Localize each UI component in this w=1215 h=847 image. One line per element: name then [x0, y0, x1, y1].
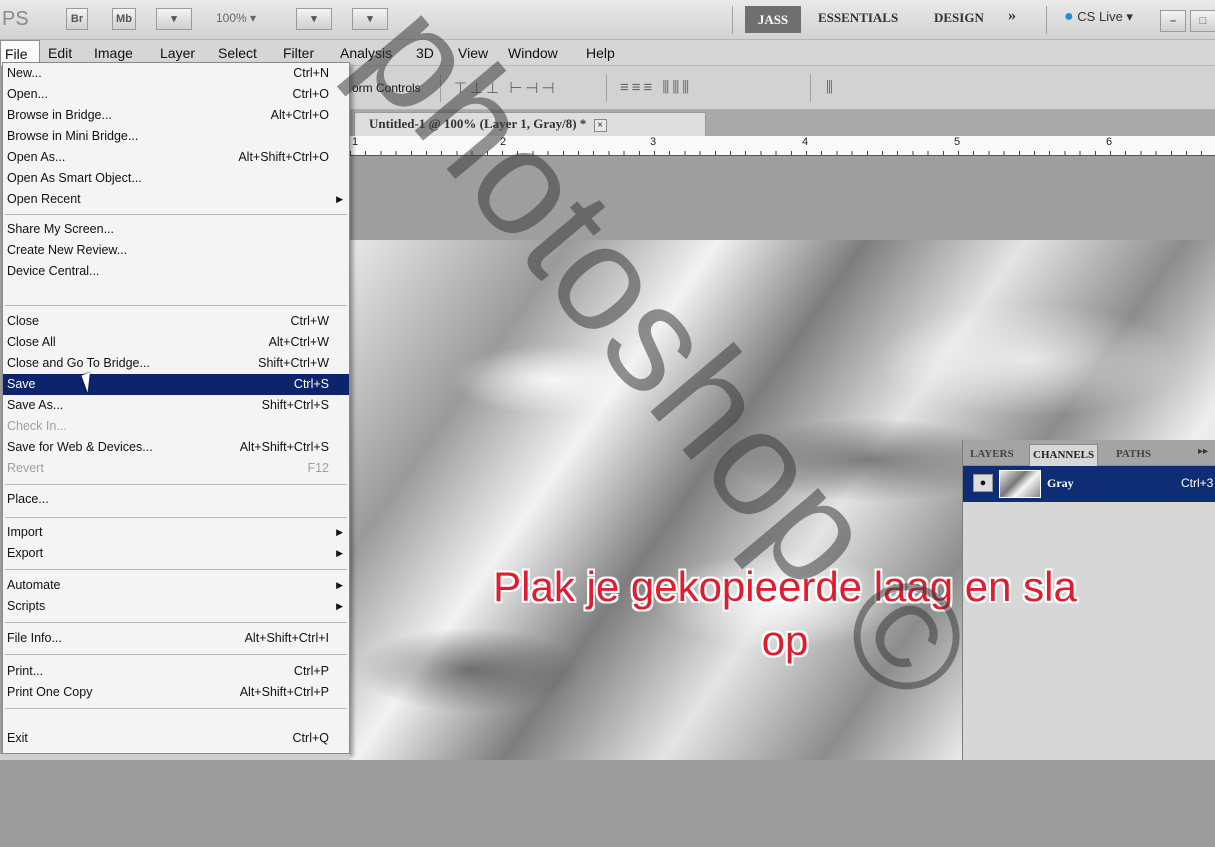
divider — [732, 6, 733, 34]
document-tab[interactable]: Untitled-1 @ 100% (Layer 1, Gray/8) * × — [354, 112, 706, 136]
menu-separator — [5, 484, 347, 485]
panel-tabs: LAYERS CHANNELS PATHS ▸▸ — [963, 440, 1215, 466]
menu-item-save-as[interactable]: Save As... Shift+Ctrl+S — [3, 395, 349, 416]
ruler-tick-label: 1 — [352, 136, 359, 148]
menu-separator — [5, 517, 347, 518]
menu-item-open[interactable]: Open... Ctrl+O — [3, 84, 349, 105]
tab-channels[interactable]: CHANNELS — [1029, 444, 1099, 466]
workspace-essentials-button[interactable]: ESSENTIALS — [818, 10, 898, 26]
divider — [440, 74, 441, 102]
ruler-tick-label: 2 — [500, 136, 507, 148]
menu-view[interactable]: View — [458, 40, 488, 66]
menu-item-scripts[interactable]: Scripts ▶ — [3, 596, 349, 617]
menu-item-export[interactable]: Export ▶ — [3, 543, 349, 564]
horizontal-ruler: 1 2 3 4 5 6 — [350, 136, 1215, 156]
restore-button[interactable]: □ — [1190, 10, 1215, 32]
menu-window[interactable]: Window — [508, 40, 558, 66]
menu-separator — [5, 214, 347, 215]
menu-item-close-all[interactable]: Close All Alt+Ctrl+W — [3, 332, 349, 353]
canvas-pasteboard — [350, 156, 1215, 240]
document-tab-title: Untitled-1 @ 100% (Layer 1, Gray/8) * — [369, 116, 587, 131]
submenu-arrow-icon: ▶ — [336, 580, 343, 590]
menu-item-close-and-go-to-bridge[interactable]: Close and Go To Bridge... Shift+Ctrl+W — [3, 353, 349, 374]
zoom-level-select[interactable]: 100% ▾ — [216, 11, 256, 25]
menu-separator — [5, 305, 347, 306]
photoshop-logo: PS — [2, 8, 29, 30]
channel-row-gray[interactable]: ● Gray Ctrl+3 — [963, 466, 1215, 502]
cs-live-icon: ● — [1064, 8, 1074, 25]
visibility-eye-icon[interactable]: ● — [973, 474, 993, 492]
menu-3d[interactable]: 3D — [416, 40, 434, 66]
cs-live-label: CS Live ▾ — [1077, 9, 1133, 24]
menu-item-save-for-web[interactable]: Save for Web & Devices... Alt+Shift+Ctrl+… — [3, 437, 349, 458]
bridge-button[interactable]: Br — [66, 8, 88, 30]
divider — [1046, 6, 1047, 34]
more-workspaces-button[interactable]: » — [1008, 7, 1016, 25]
application-bar: PS Br Mb ▾ 100% ▾ ▾ ▾ JASS ESSENTIALS DE… — [0, 0, 1215, 40]
submenu-arrow-icon: ▶ — [336, 527, 343, 537]
auto-align-icon[interactable]: ⫼ — [826, 79, 836, 96]
channel-name: Gray — [1047, 476, 1074, 490]
options-bar: orm Controls ⊤⊥⊥ ⊢⊣⊣ ≡≡≡ ⫼⫼⫼ ⫼ — [350, 66, 1215, 110]
channel-thumbnail — [999, 470, 1041, 498]
menu-separator — [5, 708, 347, 709]
divider — [810, 74, 811, 102]
submenu-arrow-icon: ▶ — [336, 194, 343, 204]
caption-line-1: Plak je gekopieerde laag en sla — [493, 563, 1077, 610]
menu-item-new[interactable]: New... Ctrl+N — [3, 63, 349, 84]
channel-shortcut: Ctrl+3 — [1181, 476, 1214, 490]
cs-live-button[interactable]: ● CS Live ▾ — [1064, 8, 1133, 26]
menu-item-device-central[interactable]: Device Central... — [3, 261, 349, 282]
minimize-button[interactable]: – — [1160, 10, 1186, 32]
tutorial-caption: Plak je gekopieerde laag en sla op — [420, 560, 1150, 668]
ruler-tick-label: 4 — [802, 136, 809, 148]
screen-mode-button[interactable]: ▾ — [352, 8, 388, 30]
menu-item-close[interactable]: Close Ctrl+W — [3, 311, 349, 332]
menu-item-print[interactable]: Print... Ctrl+P — [3, 661, 349, 682]
menu-item-check-in: Check In... — [7, 419, 67, 433]
menu-item-automate[interactable]: Automate ▶ — [3, 575, 349, 596]
menu-item-open-recent[interactable]: Open Recent ▶ — [3, 189, 349, 210]
ruler-tick-label: 3 — [650, 136, 657, 148]
ruler-tick-label: 6 — [1106, 136, 1113, 148]
ruler-tick-label: 5 — [954, 136, 961, 148]
menu-item-revert: Revert F12 — [7, 461, 329, 475]
document-tab-bar: Untitled-1 @ 100% (Layer 1, Gray/8) * × — [350, 110, 1215, 136]
submenu-arrow-icon: ▶ — [336, 548, 343, 558]
workspace-design-button[interactable]: DESIGN — [934, 10, 984, 26]
transform-controls-label[interactable]: orm Controls — [352, 81, 421, 95]
menu-item-import[interactable]: Import ▶ — [3, 522, 349, 543]
menu-item-save[interactable]: Save Ctrl+S — [3, 374, 349, 395]
panel-menu-icon[interactable]: ▸▸ — [1198, 446, 1208, 457]
menu-item-browse-in-bridge[interactable]: Browse in Bridge... Alt+Ctrl+O — [3, 105, 349, 126]
menu-item-print-one-copy[interactable]: Print One Copy Alt+Shift+Ctrl+P — [3, 682, 349, 703]
menu-separator — [5, 569, 347, 570]
status-strip — [0, 754, 350, 760]
menu-separator — [5, 654, 347, 655]
view-extras-button[interactable]: ▾ — [156, 8, 192, 30]
menu-item-create-new-review[interactable]: Create New Review... — [3, 240, 349, 261]
submenu-arrow-icon: ▶ — [336, 601, 343, 611]
file-menu-dropdown: New... Ctrl+N Open... Ctrl+O Browse in Bri… — [2, 62, 350, 754]
menu-item-file-info[interactable]: File Info... Alt+Shift+Ctrl+I — [3, 628, 349, 649]
menu-item-open-as[interactable]: Open As... Alt+Shift+Ctrl+O — [3, 147, 349, 168]
close-icon[interactable]: × — [593, 119, 607, 132]
caption-line-2: op — [761, 617, 809, 664]
divider — [606, 74, 607, 102]
distribute-icons[interactable]: ≡≡≡ ⫼⫼⫼ — [620, 79, 692, 96]
tab-layers[interactable]: LAYERS — [967, 444, 1017, 466]
menu-help[interactable]: Help — [586, 40, 615, 66]
menu-item-browse-in-mini-bridge[interactable]: Browse in Mini Bridge... — [3, 126, 349, 147]
arrange-documents-button[interactable]: ▾ — [296, 8, 332, 30]
menu-item-share-my-screen[interactable]: Share My Screen... — [3, 219, 349, 240]
workspace-jass-button[interactable]: JASS — [745, 6, 801, 33]
menu-item-place[interactable]: Place... — [3, 489, 349, 510]
mini-bridge-button[interactable]: Mb — [112, 8, 136, 30]
menu-item-open-as-smart-object[interactable]: Open As Smart Object... — [3, 168, 349, 189]
tab-paths[interactable]: PATHS — [1113, 444, 1154, 466]
menu-separator — [5, 622, 347, 623]
align-icons[interactable]: ⊤⊥⊥ ⊢⊣⊣ — [454, 79, 558, 97]
menu-item-exit[interactable]: Exit Ctrl+Q — [3, 728, 349, 749]
